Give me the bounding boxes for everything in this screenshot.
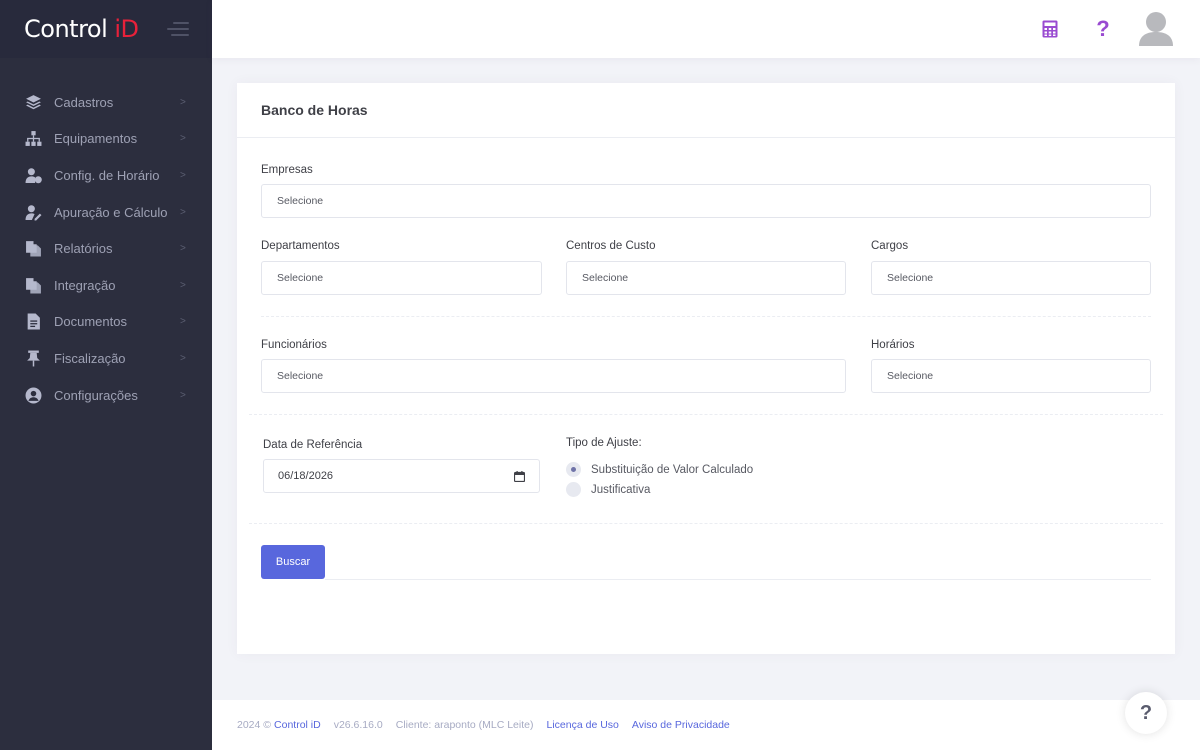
help-fab-button[interactable]: ? [1125,692,1167,734]
menu-toggle-icon[interactable] [165,22,189,36]
user-clock-icon [24,166,42,184]
cargos-select[interactable]: Selecione [871,261,1151,295]
footer-year: 2024 © [237,719,272,731]
radio-unchecked-icon[interactable] [566,482,581,497]
page-title: Banco de Horas [261,102,368,118]
chevron-right-icon: > [180,316,186,328]
sidebar-item-label: Relatórios [54,241,113,257]
radio-substituicao[interactable]: Substituição de Valor Calculado [566,462,753,477]
sidebar-item-cadastros[interactable]: Cadastros > [0,84,212,121]
radio-label: Justificativa [591,483,651,496]
departamentos-select[interactable]: Selecione [261,261,542,295]
sidebar-item-config-horario[interactable]: Config. de Horário > [0,157,212,194]
footer: 2024 © Control iD v26.6.16.0 Cliente: ar… [212,700,1200,750]
buscar-button[interactable]: Buscar [261,545,325,579]
sidebar-item-label: Cadastros [54,94,114,110]
chevron-right-icon: > [180,279,186,291]
horarios-select[interactable]: Selecione [871,359,1151,393]
divider [249,523,1163,524]
copy-icon [24,276,42,294]
footer-license-link[interactable]: Licença de Uso [547,719,619,731]
brand-accent: iD [114,15,139,43]
sidebar: Control iD Cadastros > Equipamentos > Co… [0,0,212,750]
user-circle-icon [24,386,42,404]
sidebar-item-relatorios[interactable]: Relatórios > [0,230,212,267]
divider [261,316,1151,317]
funcionarios-label: Funcionários [261,339,327,351]
sidebar-item-label: Config. de Horário [54,167,160,183]
user-avatar-icon[interactable] [1138,10,1174,48]
funcionarios-select[interactable]: Selecione [261,359,846,393]
card-header: Banco de Horas [237,83,1175,138]
chevron-right-icon: > [180,169,186,181]
divider [325,579,1151,580]
radio-justificativa[interactable]: Justificativa [566,482,650,497]
departamentos-label: Departamentos [261,240,340,252]
date-value: 06/18/2026 [278,470,334,482]
cargos-label: Cargos [871,240,909,252]
help-icon[interactable]: ? [1091,16,1115,41]
chevron-right-icon: > [180,352,186,364]
sidebar-menu: Cadastros > Equipamentos > Config. de Ho… [0,58,212,413]
chevron-right-icon: > [180,133,186,145]
pin-icon [24,349,42,367]
footer-client: Cliente: araponto (MLC Leite) [395,719,534,731]
chevron-right-icon: > [180,389,186,401]
chevron-right-icon: > [180,243,186,255]
sidebar-item-label: Documentos [54,314,127,330]
sidebar-item-label: Equipamentos [54,131,138,147]
layers-icon [24,93,42,111]
sidebar-item-apuracao[interactable]: Apuração e Cálculo > [0,194,212,231]
radio-label: Substituição de Valor Calculado [591,463,754,476]
topbar: ? [212,0,1200,58]
sidebar-item-equipamentos[interactable]: Equipamentos > [0,121,212,158]
footer-version: v26.6.16.0 [333,719,383,731]
copy-icon [24,240,42,258]
brand-name: Control [24,15,115,43]
banco-de-horas-card: Banco de Horas Empresas Selecione Depart… [237,83,1175,654]
brand-logo[interactable]: Control iD [24,15,139,43]
calculator-icon[interactable] [1038,17,1062,41]
footer-privacy-link[interactable]: Aviso de Privacidade [632,719,730,731]
tipo-ajuste-label: Tipo de Ajuste: [566,437,642,449]
sidebar-item-documentos[interactable]: Documentos > [0,304,212,341]
sidebar-item-label: Apuração e Cálculo [54,204,168,220]
calendar-icon[interactable] [514,471,525,482]
horarios-label: Horários [871,339,915,351]
footer-company-link[interactable]: Control iD [274,719,321,731]
sidebar-item-label: Integração [54,277,116,293]
data-referencia-label: Data de Referência [263,439,363,451]
empresas-label: Empresas [261,164,313,176]
user-edit-icon [24,203,42,221]
document-icon [24,313,42,331]
divider [249,414,1163,415]
sidebar-item-label: Fiscalização [54,350,126,366]
sitemap-icon [24,130,42,148]
radio-checked-icon[interactable] [566,462,581,477]
centros-custo-label: Centros de Custo [566,240,656,252]
chevron-right-icon: > [180,206,186,218]
data-referencia-input[interactable]: 06/18/2026 [263,459,540,493]
sidebar-item-configuracoes[interactable]: Configurações > [0,377,212,414]
sidebar-item-fiscalizacao[interactable]: Fiscalização > [0,340,212,377]
brand: Control iD [0,0,212,58]
empresas-select[interactable]: Selecione [261,184,1151,218]
sidebar-item-label: Configurações [54,387,138,403]
chevron-right-icon: > [180,96,186,108]
sidebar-item-integracao[interactable]: Integração > [0,267,212,304]
centros-custo-select[interactable]: Selecione [566,261,846,295]
